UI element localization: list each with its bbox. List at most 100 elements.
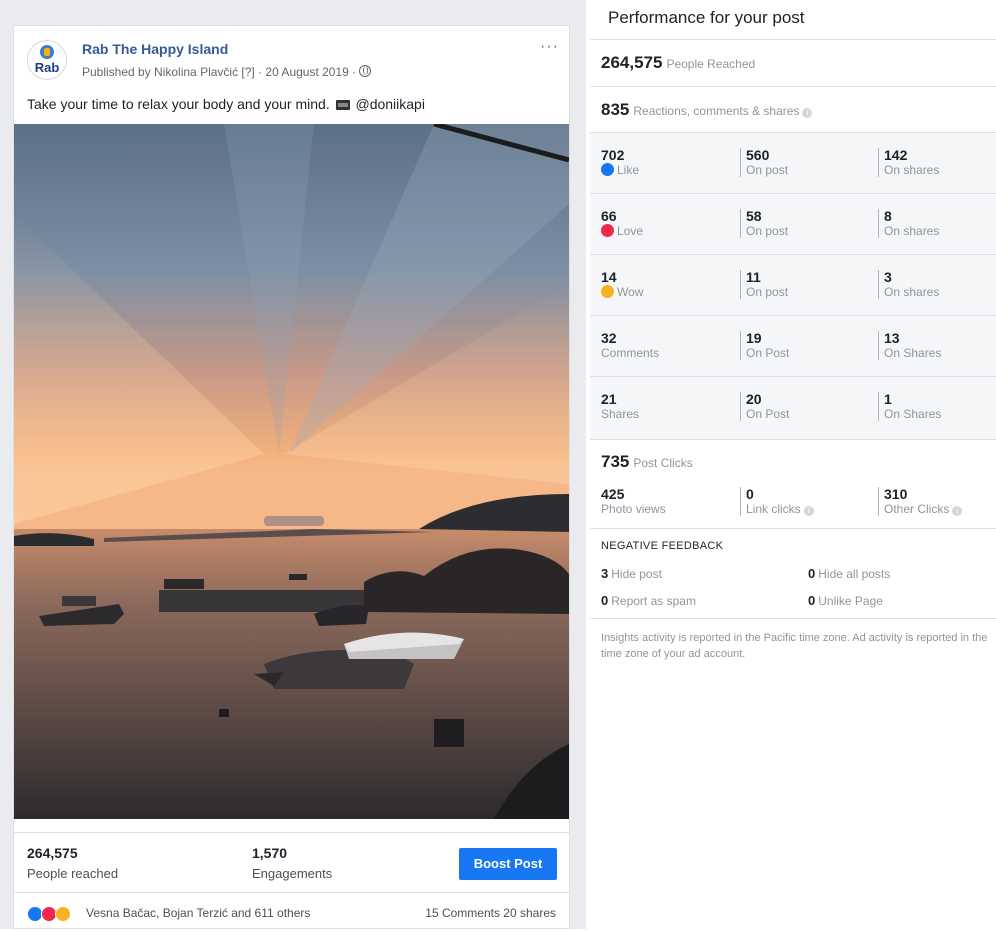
more-options-icon[interactable]: ··· (540, 38, 559, 56)
like-label: Like (617, 163, 640, 177)
info-icon[interactable]: i (803, 506, 814, 516)
people-reached-summary: 264,575 People Reached (601, 53, 755, 73)
report-spam-label: Report as spam (611, 594, 696, 608)
reaction-row-shares: 21 Shares 20 On Post 1 On Shares (590, 377, 996, 438)
post-photo[interactable] (14, 124, 569, 819)
like-on-shares: 142 (884, 147, 908, 163)
shares-total: 21 (601, 391, 617, 407)
wow-label: Wow (617, 285, 644, 299)
info-icon[interactable]: i (802, 108, 813, 118)
comments-on-shares: 13 (884, 330, 900, 346)
divider (590, 39, 996, 40)
insights-footnote: Insights activity is reported in the Pac… (601, 632, 988, 660)
logo-icon (40, 45, 54, 59)
report-spam-value: 0 (601, 593, 609, 608)
published-by: Published by Nikolina Plavčić [?] · 20 A… (82, 65, 357, 79)
reactors-text[interactable]: Vesna Bačac, Bojan Terzić and 611 others (86, 906, 310, 920)
love-on-shares-cell: 8 On shares (878, 209, 939, 238)
post-clicks-total: 735 (601, 452, 630, 471)
wow-icon (601, 285, 614, 298)
post-header: Rab Rab The Happy Island Published by Ni… (14, 26, 569, 92)
comments-on-post: 19 (746, 330, 762, 346)
caption-mention[interactable]: @doniikapi (355, 96, 424, 112)
post-footer: Vesna Bačac, Bojan Terzić and 611 others… (14, 892, 569, 931)
people-reached-total: 264,575 (601, 53, 663, 72)
like-icon (601, 163, 614, 176)
love-label: Love (617, 224, 644, 238)
reaction-row-love: 66 Love 58 On post 8 On shares (590, 194, 996, 255)
avatar-text: Rab (34, 60, 60, 75)
on-shares-label: On shares (884, 224, 940, 238)
wow-on-shares-cell: 3 On shares (878, 270, 939, 299)
comments-total-cell: 32 Comments (601, 331, 659, 360)
divider (590, 528, 996, 529)
reaction-row-comments: 32 Comments 19 On Post 13 On Shares (590, 316, 996, 377)
page-name[interactable]: Rab The Happy Island (82, 41, 228, 57)
engagement-total: 835 (601, 100, 630, 119)
on-shares-label: On shares (884, 285, 940, 299)
hide-all-value: 0 (808, 566, 816, 581)
love-on-post-cell: 58 On post (740, 209, 788, 238)
reaction-row-like: 702 Like 560 On post 142 On shares (590, 133, 996, 194)
performance-panel: Performance for your post 264,575 People … (590, 0, 996, 929)
engagement-caption: Reactions, comments & shares (633, 104, 800, 118)
hide-all-label: Hide all posts (818, 567, 891, 581)
caption-text: Take your time to relax your body and yo… (27, 96, 330, 112)
love-icon (601, 224, 614, 237)
negative-feedback-title: NEGATIVE FEEDBACK (601, 540, 724, 552)
post-clicks-summary: 735 Post Clicks (601, 452, 693, 472)
love-on-shares: 8 (884, 208, 892, 224)
unlike-page-label: Unlike Page (818, 594, 883, 608)
post-card: Rab Rab The Happy Island Published by Ni… (13, 25, 570, 929)
report-spam-stat: 0 Report as spam (601, 593, 696, 608)
photo-views-label: Photo views (601, 502, 666, 516)
people-reached-caption: People Reached (666, 57, 756, 71)
link-clicks-value: 0 (746, 486, 754, 502)
wow-on-post: 11 (746, 269, 761, 285)
boost-post-button[interactable]: Boost Post (459, 848, 557, 880)
on-post-label: On Post (746, 407, 790, 421)
post-preview-panel: Rab Rab The Happy Island Published by Ni… (0, 0, 586, 929)
unlike-page-value: 0 (808, 593, 816, 608)
info-icon[interactable]: i (952, 506, 963, 516)
wow-icon (55, 906, 71, 922)
wow-on-shares: 3 (884, 269, 892, 285)
wow-on-post-cell: 11 On post (740, 270, 788, 299)
shares-total-cell: 21 Shares (601, 392, 639, 421)
on-shares-label: On Shares (884, 346, 942, 360)
camera-icon (335, 100, 350, 110)
people-reached-value: 264,575 (27, 845, 78, 861)
photo-views-value: 425 (601, 486, 625, 502)
globe-icon (359, 65, 372, 77)
performance-title: Performance for your post (608, 8, 805, 27)
engagements-value: 1,570 (252, 845, 288, 861)
clicks-breakdown: 425 Photo views 0 Link clicks i 310 Other Cl… (590, 485, 996, 527)
comments-shares-count[interactable]: 15 Comments 20 shares (425, 906, 556, 920)
comments-on-shares-cell: 13 On Shares (878, 331, 941, 360)
unlike-page-stat: 0 Unlike Page (808, 593, 883, 608)
comments-on-post-cell: 19 On Post (740, 331, 789, 360)
other-clicks-label: Other Clicks (884, 502, 950, 516)
engagements-label: Engagements (252, 866, 333, 881)
shares-on-post: 20 (746, 391, 762, 407)
page-avatar[interactable]: Rab (27, 40, 67, 80)
reaction-breakdown: 702 Like 560 On post 142 On shares 66 Love 5… (590, 132, 996, 440)
post-clicks-caption: Post Clicks (633, 456, 693, 470)
reaction-row-wow: 14 Wow 11 On post 3 On shares (590, 255, 996, 316)
comments-label: Comments (601, 346, 660, 360)
post-caption: Take your time to relax your body and yo… (27, 96, 425, 112)
love-total: 66 (601, 208, 617, 224)
like-on-shares-cell: 142 On shares (878, 148, 939, 177)
shares-on-shares-cell: 1 On Shares (878, 392, 941, 421)
wow-total-cell: 14 Wow (601, 270, 643, 299)
wow-total: 14 (601, 269, 617, 285)
hide-post-value: 3 (601, 566, 609, 581)
divider (590, 618, 996, 619)
hide-all-stat: 0 Hide all posts (808, 566, 890, 581)
reaction-icons[interactable] (27, 906, 79, 922)
other-clicks-value: 310 (884, 486, 908, 502)
divider (590, 86, 996, 87)
on-post-label: On post (746, 285, 789, 299)
love-total-cell: 66 Love (601, 209, 643, 238)
people-reached-label: People reached (27, 866, 119, 881)
